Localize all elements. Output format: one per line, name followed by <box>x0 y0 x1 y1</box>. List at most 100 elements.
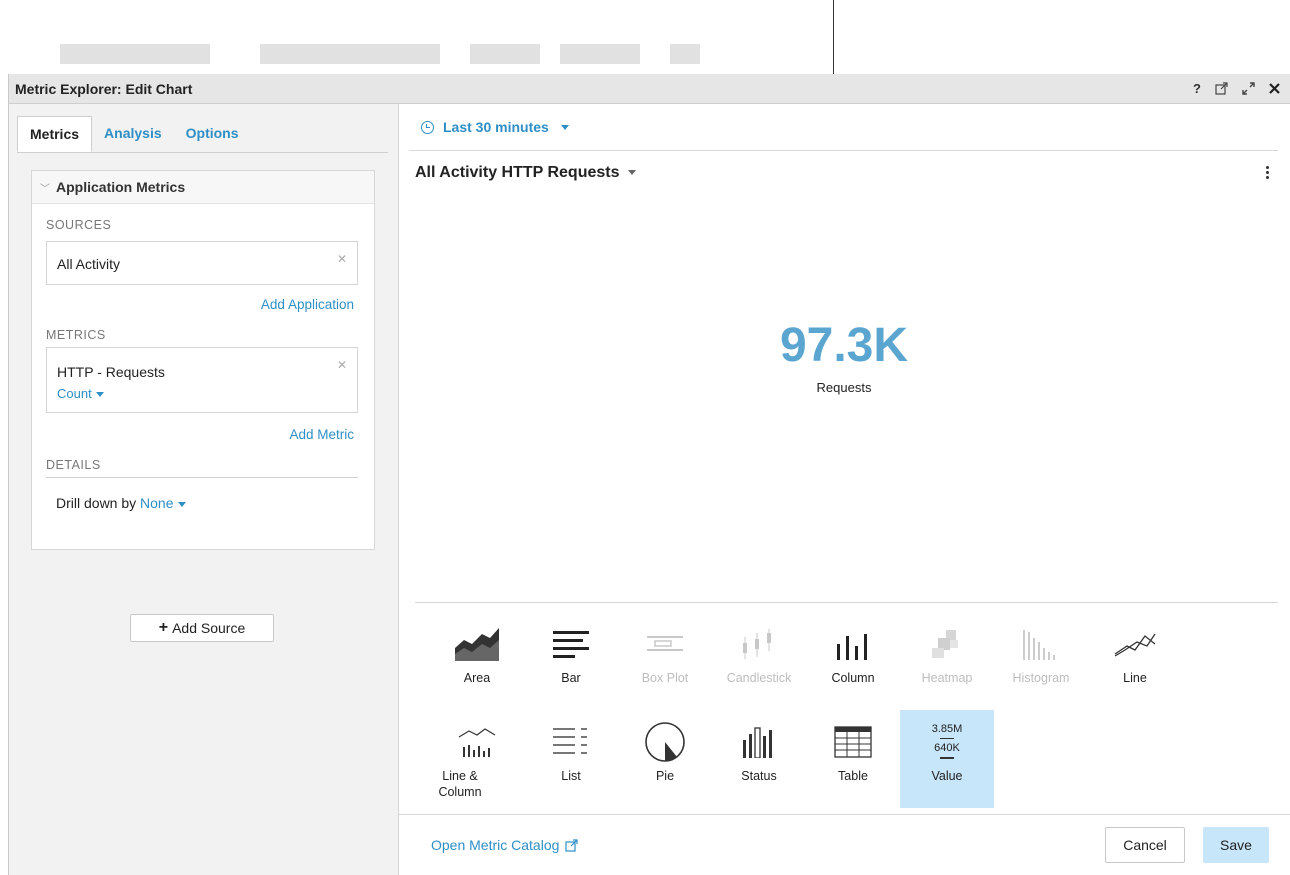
source-field[interactable]: All Activity ✕ <box>46 241 358 285</box>
heatmap-icon <box>900 622 994 666</box>
status-icon <box>712 720 806 764</box>
chart-type-label: Column <box>831 671 875 685</box>
source-value: All Activity <box>57 256 121 272</box>
drill-down-value: None <box>140 495 174 511</box>
histogram-icon <box>994 622 1088 666</box>
add-source-button[interactable]: + Add Source <box>130 614 274 642</box>
metric-aggregation-dropdown[interactable]: Count <box>57 386 104 401</box>
more-options-icon[interactable] <box>1266 166 1270 181</box>
list-icon <box>524 720 618 764</box>
metrics-label: METRICS <box>46 328 106 342</box>
chart-type-label: Line <box>1123 671 1147 685</box>
chart-type-label: Pie <box>655 769 675 783</box>
chart-type-histogram[interactable]: Histogram <box>994 612 1088 710</box>
chart-type-label: Area <box>463 671 491 685</box>
metric-unit-label: Requests <box>816 380 872 395</box>
chart-type-line-column[interactable]: Line & Column <box>430 710 524 808</box>
bar-chart-icon <box>524 622 618 666</box>
metric-value: HTTP - Requests <box>57 364 165 380</box>
external-link-icon[interactable] <box>1215 82 1228 95</box>
collapse-chevron-icon[interactable]: ﹀ <box>40 180 50 195</box>
left-config-panel: Metrics Analysis Options ﹀ Application M… <box>9 104 399 875</box>
save-button[interactable]: Save <box>1203 827 1269 863</box>
application-metrics-title: Application Metrics <box>56 179 186 195</box>
remove-metric-icon[interactable]: ✕ <box>337 358 347 372</box>
remove-source-icon[interactable]: ✕ <box>337 252 347 266</box>
chart-type-value[interactable]: 3.85M 640K Value <box>900 710 994 808</box>
candlestick-icon <box>712 622 806 666</box>
chart-type-label: Heatmap <box>921 671 973 685</box>
chart-type-status[interactable]: Status <box>712 710 806 808</box>
plus-icon: + <box>158 619 169 636</box>
chart-type-label: Table <box>838 769 868 783</box>
config-tabs: Metrics Analysis Options <box>17 116 388 153</box>
chart-type-label: Value <box>931 769 963 783</box>
chart-type-pie[interactable]: Pie <box>618 710 712 808</box>
edit-chart-dialog: Metric Explorer: Edit Chart ? Metrics An… <box>8 74 1290 875</box>
drill-down-row: Drill down by None <box>56 495 186 511</box>
add-source-label: Add Source <box>172 620 246 636</box>
sources-label: SOURCES <box>46 218 112 232</box>
cancel-button[interactable]: Cancel <box>1105 827 1185 863</box>
expand-icon[interactable] <box>1242 82 1255 95</box>
help-icon[interactable]: ? <box>1193 81 1201 96</box>
metric-big-value: 97.3K <box>779 319 909 372</box>
value-icon-text: 3.85M 640K <box>932 723 962 762</box>
chart-title-dropdown[interactable]: All Activity HTTP Requests <box>415 164 636 182</box>
details-divider <box>46 477 358 478</box>
caret-down-icon <box>627 170 636 176</box>
chart-type-label: Status <box>741 769 777 783</box>
add-application-link[interactable]: Add Application <box>261 297 354 312</box>
chart-type-label: List <box>561 769 581 783</box>
chart-types-divider <box>415 602 1278 603</box>
chart-type-label: Line & Column <box>438 769 482 799</box>
dialog-title: Metric Explorer: Edit Chart <box>15 80 193 97</box>
background-menu-ghost <box>60 44 700 64</box>
drill-down-dropdown[interactable]: None <box>140 495 186 511</box>
time-range-bar: Last 30 minutes <box>409 104 1278 151</box>
tab-metrics[interactable]: Metrics <box>17 116 93 152</box>
details-label: DETAILS <box>46 458 101 472</box>
caret-down-icon <box>95 392 104 398</box>
chart-type-table[interactable]: Table <box>806 710 900 808</box>
area-chart-icon <box>430 622 524 666</box>
chart-type-heatmap[interactable]: Heatmap <box>900 612 994 710</box>
metric-field[interactable]: HTTP - Requests ✕ Count <box>46 347 358 413</box>
tab-options[interactable]: Options <box>174 116 251 152</box>
chart-type-label: Bar <box>561 671 581 685</box>
close-icon[interactable] <box>1269 83 1280 94</box>
chart-type-list[interactable]: List <box>524 710 618 808</box>
tab-analysis[interactable]: Analysis <box>92 116 174 152</box>
chart-type-candlestick[interactable]: Candlestick <box>712 612 806 710</box>
table-icon <box>806 720 900 764</box>
column-chart-icon <box>806 622 900 666</box>
drill-down-label: Drill down by <box>56 495 137 511</box>
chart-type-column[interactable]: Column <box>806 612 900 710</box>
dialog-titlebar: Metric Explorer: Edit Chart ? <box>9 74 1290 104</box>
add-metric-link[interactable]: Add Metric <box>289 427 354 442</box>
window-controls: ? <box>1193 81 1280 96</box>
clock-icon <box>421 120 434 134</box>
time-range-dropdown[interactable]: Last 30 minutes <box>443 119 549 135</box>
chart-type-bar[interactable]: Bar <box>524 612 618 710</box>
line-column-icon <box>430 720 524 764</box>
chart-type-line[interactable]: Line <box>1088 612 1182 710</box>
value-icon: 3.85M 640K <box>900 720 994 764</box>
application-metrics-panel: ﹀ Application Metrics SOURCES All Activi… <box>31 170 375 550</box>
chart-type-label: Candlestick <box>726 671 792 685</box>
chart-type-area[interactable]: Area <box>430 612 524 710</box>
caret-down-icon[interactable] <box>560 124 569 130</box>
line-chart-icon <box>1088 622 1182 666</box>
dialog-footer: Open Metric Catalog Cancel Save <box>399 814 1290 875</box>
open-metric-catalog-label: Open Metric Catalog <box>431 837 560 853</box>
caret-down-icon <box>177 501 186 507</box>
pie-chart-icon <box>618 720 712 764</box>
chart-type-label: Box Plot <box>641 671 689 685</box>
chart-type-box-plot[interactable]: Box Plot <box>618 612 712 710</box>
metric-aggregation-value: Count <box>57 386 92 401</box>
chart-type-label: Histogram <box>1012 671 1070 685</box>
open-metric-catalog-link[interactable]: Open Metric Catalog <box>431 837 579 853</box>
application-metrics-header[interactable]: ﹀ Application Metrics <box>32 171 374 204</box>
external-link-icon <box>565 838 579 852</box>
value-icon-bottom: 640K <box>934 742 960 754</box>
